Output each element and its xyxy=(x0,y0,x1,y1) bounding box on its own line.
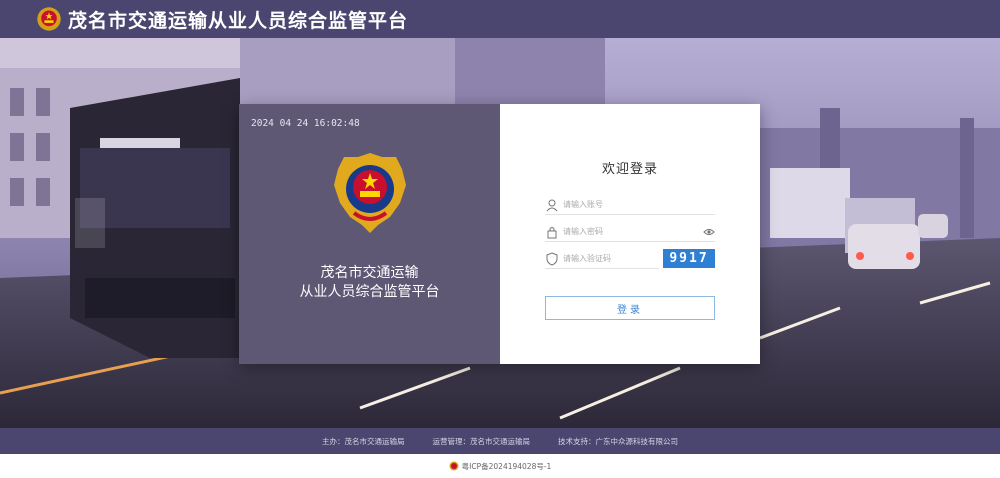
footer-host: 主办：茂名市交通运输局 xyxy=(322,436,405,446)
user-icon xyxy=(546,199,558,211)
captcha-field xyxy=(545,249,664,269)
eye-icon[interactable] xyxy=(703,227,715,237)
site-title: 茂名市交通运输从业人员综合监管平台 xyxy=(68,9,409,32)
icp-link[interactable]: 粤ICP备2024194028号-1 xyxy=(462,461,552,472)
password-field xyxy=(545,222,715,242)
username-input[interactable] xyxy=(563,200,693,209)
footer-icp: 粤ICP备2024194028号-1 xyxy=(0,454,1000,478)
login-form-panel: 欢迎登录 请输入账号 请输入验证码 9917 登录 xyxy=(500,104,760,364)
platform-name-line2: 从业人员综合监管平台 xyxy=(299,284,440,300)
footer-tech-support: 技术支持：广东中众源科技有限公司 xyxy=(558,436,678,446)
footer-operator: 运营管理：茂名市交通运输局 xyxy=(432,436,531,446)
login-button[interactable]: 登录 xyxy=(545,296,715,320)
login-card: 2024 04 24 16:02:48 茂名市交通运输 从业人员综合监管平台 欢… xyxy=(239,104,760,364)
captcha-input[interactable] xyxy=(563,254,664,263)
captcha-image[interactable]: 9917 xyxy=(663,249,715,268)
password-input[interactable] xyxy=(563,227,693,236)
footer-info-bar: 主办：茂名市交通运输局 运营管理：茂名市交通运输局 技术支持：广东中众源科技有限… xyxy=(0,428,1000,454)
national-emblem-icon xyxy=(37,7,61,31)
left-info-panel: 2024 04 24 16:02:48 茂名市交通运输 从业人员综合监管平台 xyxy=(239,104,500,364)
shield-icon xyxy=(546,251,558,266)
top-header: 茂名市交通运输从业人员综合监管平台 xyxy=(0,0,1000,38)
hero-background: 2024 04 24 16:02:48 茂名市交通运输 从业人员综合监管平台 欢… xyxy=(0,38,1000,428)
platform-name: 茂名市交通运输 从业人员综合监管平台 xyxy=(239,264,500,302)
police-badge-icon xyxy=(449,461,459,471)
lock-icon xyxy=(547,226,557,238)
current-datetime: 2024 04 24 16:02:48 xyxy=(251,118,360,129)
welcome-heading: 欢迎登录 xyxy=(601,162,658,177)
platform-name-line1: 茂名市交通运输 xyxy=(320,265,419,281)
police-emblem-icon xyxy=(334,153,406,233)
username-field xyxy=(545,195,715,215)
